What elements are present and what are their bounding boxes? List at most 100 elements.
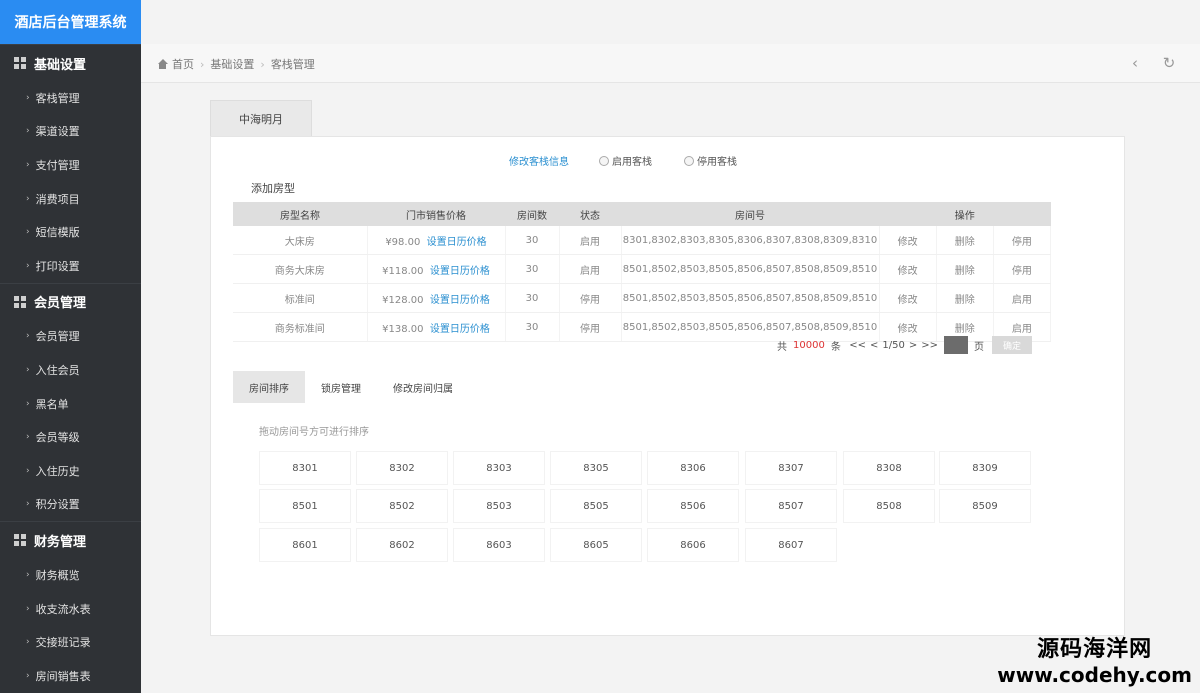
sidebar-group-label: 基础设置 (34, 57, 87, 73)
room-cell[interactable]: 8307 (745, 451, 837, 485)
set-calendar-price-link[interactable]: 设置日历价格 (427, 237, 487, 248)
set-calendar-price-link[interactable]: 设置日历价格 (430, 266, 490, 277)
sidebar-item-label: 打印设置 (35, 259, 80, 273)
room-type-table: 房型名称 门市销售价格 房间数 状态 房间号 操作 大床房 ¥98.00 设置日… (233, 202, 1052, 342)
prev-page-button[interactable]: < (870, 340, 878, 351)
edit-link[interactable]: 修改 (879, 283, 937, 313)
sidebar-item-label: 短信模版 (35, 226, 80, 240)
page-label: 页 (974, 341, 984, 353)
tab-hotel[interactable]: 中海明月 (210, 100, 312, 137)
tab-room-sort[interactable]: 房间排序 (233, 371, 305, 403)
toggle-status-link[interactable]: 停用 (993, 226, 1052, 255)
column-header: 状态 (559, 202, 621, 226)
enable-inn-radio[interactable]: 启用客栈 (599, 153, 652, 168)
sidebar-item-room-sales[interactable]: › 房间销售表 (0, 659, 141, 693)
room-cell[interactable]: 8506 (647, 489, 739, 523)
table-row: 标准间 ¥128.00 设置日历价格 30 停用 8501,8502,8503,… (233, 283, 1052, 313)
sidebar-item-consumption-items[interactable]: › 消费项目 (0, 182, 141, 216)
grid-icon (14, 295, 26, 308)
sidebar-item-blacklist[interactable]: › 黑名单 (0, 387, 141, 421)
sidebar-item-checked-in-members[interactable]: › 入住会员 (0, 353, 141, 387)
room-cell[interactable]: 8509 (939, 489, 1031, 523)
next-page-button[interactable]: > (909, 340, 917, 351)
room-cell[interactable]: 8601 (259, 528, 351, 562)
sidebar-item-shift-records[interactable]: › 交接班记录 (0, 625, 141, 659)
edit-inn-info-link[interactable]: 修改客栈信息 (509, 153, 569, 168)
disable-inn-radio[interactable]: 停用客栈 (684, 153, 737, 168)
room-cell[interactable]: 8305 (550, 451, 642, 485)
confirm-page-button[interactable]: 确定 (992, 336, 1032, 354)
room-count: 30 (505, 254, 560, 284)
refresh-icon[interactable]: ↻ (1159, 53, 1179, 73)
delete-link[interactable]: 删除 (936, 226, 994, 255)
breadcrumb-separator: › (200, 57, 205, 71)
sidebar-item-cash-flow[interactable]: › 收支流水表 (0, 592, 141, 626)
sidebar-item-label: 渠道设置 (35, 125, 80, 139)
first-page-button[interactable]: << (849, 340, 866, 351)
pager-unit: 条 (830, 341, 841, 353)
chevron-left-icon[interactable]: ‹ (1125, 53, 1145, 73)
sidebar-item-sms-template[interactable]: › 短信模版 (0, 215, 141, 249)
room-count: 30 (505, 312, 560, 342)
room-cell[interactable]: 8303 (453, 451, 545, 485)
sidebar-item-print-settings[interactable]: › 打印设置 (0, 249, 141, 283)
sidebar-item-label: 积分设置 (35, 498, 80, 512)
room-cell[interactable]: 8503 (453, 489, 545, 523)
tab-lock-room[interactable]: 锁房管理 (305, 371, 377, 403)
watermark: 源码海洋网 www.codehy.com (997, 631, 1192, 687)
delete-link[interactable]: 删除 (936, 254, 994, 284)
room-cell[interactable]: 8507 (745, 489, 837, 523)
sidebar-item-payment-management[interactable]: › 支付管理 (0, 148, 141, 182)
sidebar-item-member-levels[interactable]: › 会员等级 (0, 420, 141, 454)
tab-change-room-owner[interactable]: 修改房间归属 (377, 371, 469, 403)
toggle-status-link[interactable]: 停用 (993, 254, 1052, 284)
room-cell[interactable]: 8302 (356, 451, 448, 485)
page-jump-input[interactable] (944, 336, 968, 354)
column-header: 操作 (879, 202, 1051, 226)
sidebar-group-member-management[interactable]: 会员管理 (0, 282, 141, 320)
sidebar-group-finance-management[interactable]: 财务管理 (0, 521, 141, 558)
sidebar-group-label: 会员管理 (34, 296, 87, 312)
room-cell[interactable]: 8602 (356, 528, 448, 562)
set-calendar-price-link[interactable]: 设置日历价格 (430, 324, 490, 335)
sidebar-group-label: 财务管理 (34, 534, 87, 550)
room-cell[interactable]: 8501 (259, 489, 351, 523)
room-cell[interactable]: 8606 (647, 528, 739, 562)
sidebar-item-finance-overview[interactable]: › 财务概览 (0, 558, 141, 592)
toggle-status-link[interactable]: 启用 (993, 283, 1052, 313)
grid-icon (14, 57, 26, 69)
room-cell[interactable]: 8306 (647, 451, 739, 485)
edit-link[interactable]: 修改 (879, 254, 937, 284)
price: ¥118.00 (382, 265, 424, 277)
sidebar-item-inn-management[interactable]: › 客栈管理 (0, 81, 141, 115)
room-cell[interactable]: 8502 (356, 489, 448, 523)
room-cell[interactable]: 8603 (453, 528, 545, 562)
breadcrumb-level1[interactable]: 基础设置 (210, 56, 254, 72)
edit-link[interactable]: 修改 (879, 226, 937, 255)
room-cell[interactable]: 8308 (843, 451, 935, 485)
sidebar-item-member-management[interactable]: › 会员管理 (0, 320, 141, 354)
room-cell[interactable]: 8605 (550, 528, 642, 562)
room-cell[interactable]: 8301 (259, 451, 351, 485)
room-cell[interactable]: 8505 (550, 489, 642, 523)
sidebar-item-label: 财务概览 (35, 568, 80, 582)
sidebar-item-label: 房间销售表 (35, 669, 91, 683)
price: ¥98.00 (385, 236, 421, 248)
room-cell[interactable]: 8607 (745, 528, 837, 562)
set-calendar-price-link[interactable]: 设置日历价格 (430, 295, 490, 306)
status-cell: 启用 (559, 226, 622, 255)
sidebar-item-channel-settings[interactable]: › 渠道设置 (0, 115, 141, 149)
sidebar-group-basic-settings[interactable]: 基础设置 (0, 44, 141, 81)
delete-link[interactable]: 删除 (936, 283, 994, 313)
room-cell[interactable]: 8309 (939, 451, 1031, 485)
main-panel: 修改客栈信息 启用客栈 停用客栈 添加房型 房型名称 门市销售价格 房间数 状态… (210, 136, 1125, 636)
breadcrumb-home[interactable]: 首页 (172, 56, 194, 72)
sidebar-item-stay-history[interactable]: › 入住历史 (0, 454, 141, 488)
room-cell[interactable]: 8508 (843, 489, 935, 523)
column-header: 房型名称 (233, 202, 367, 226)
radio-icon (599, 155, 609, 166)
sidebar-item-points-settings[interactable]: › 积分设置 (0, 488, 141, 522)
radio-icon (684, 155, 694, 166)
last-page-button[interactable]: >> (921, 340, 938, 351)
add-room-type-button[interactable]: 添加房型 (251, 180, 295, 196)
